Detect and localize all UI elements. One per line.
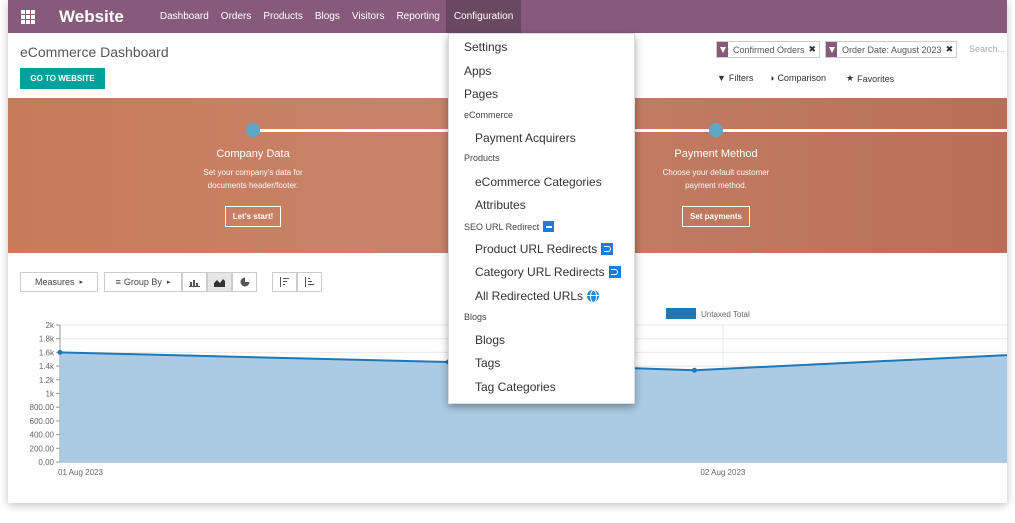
redirect-icon <box>608 266 621 278</box>
star-icon: ★ <box>846 73 855 83</box>
page-title: eCommerce Dashboard <box>20 44 169 60</box>
facet-label: Order Date: August 2023 <box>842 44 942 55</box>
step-description: Set your company's data for documents he… <box>203 168 303 190</box>
filters-label: Filters <box>728 73 754 83</box>
half-circle-icon: ◑ <box>769 73 775 83</box>
step-dot <box>246 123 260 137</box>
step-description: Choose your default customer payment met… <box>662 168 770 190</box>
legend-swatch <box>666 308 696 319</box>
search-input[interactable]: Search... <box>969 41 1005 58</box>
lets-start-button[interactable]: Let's start! <box>224 206 282 227</box>
y-tick-label: 600.00 <box>30 417 55 426</box>
menu-category-url-redirects[interactable]: Category URL Redirects <box>449 265 636 279</box>
menu-header-products: Products <box>464 153 500 163</box>
nav-configuration[interactable]: Configuration <box>445 0 522 33</box>
menu-tag-categories[interactable]: Tag Categories <box>449 380 636 394</box>
minus-icon <box>543 221 555 232</box>
y-tick-label: 800.00 <box>30 403 55 412</box>
nav-blogs[interactable]: Blogs <box>309 0 346 33</box>
area-chart-icon <box>214 278 225 287</box>
step-title: Payment Method <box>674 148 758 160</box>
pie-chart-mode-button[interactable] <box>232 272 257 292</box>
y-tick-label: 2k <box>46 321 55 330</box>
menu-blogs[interactable]: Blogs <box>449 333 636 347</box>
menu-attributes[interactable]: Attributes <box>449 198 636 212</box>
app-brand[interactable]: Website <box>59 7 124 27</box>
sort-descending-button[interactable] <box>272 272 297 292</box>
menu-ecommerce-categories[interactable]: eCommerce Categories <box>449 175 636 189</box>
close-icon[interactable]: ✖ <box>809 44 817 55</box>
step-dot <box>709 123 723 137</box>
facet-order-date[interactable]: Order Date: August 2023 ✖ <box>825 41 958 58</box>
top-navbar: Website Dashboard Orders Products Blogs … <box>8 0 1007 33</box>
bar-chart-mode-button[interactable] <box>182 272 207 292</box>
filters-toggle[interactable]: ▼ Filters <box>717 73 753 83</box>
y-tick-label: 1k <box>46 390 55 399</box>
y-tick-label: 400.00 <box>30 431 55 440</box>
filter-icon <box>826 42 837 57</box>
y-tick-label: 1.6k <box>39 348 55 357</box>
apps-grid-icon[interactable] <box>21 9 35 24</box>
menu-header-seo: SEO URL Redirect <box>464 221 555 232</box>
group-by-button[interactable]: ≡ Group By ▸ <box>104 272 182 292</box>
sort-ascending-button[interactable] <box>297 272 322 292</box>
close-icon[interactable]: ✖ <box>946 44 954 55</box>
list-icon: ≡ <box>115 277 121 287</box>
menu-all-redirected-urls[interactable]: All Redirected URLs <box>449 289 636 303</box>
x-tick-label: 01 Aug 2023 <box>58 468 103 477</box>
step-title: Company Data <box>216 148 290 160</box>
menu-settings[interactable]: Settings <box>449 40 636 54</box>
y-tick-label: 0.00 <box>38 458 54 467</box>
menu-pages[interactable]: Pages <box>449 87 636 101</box>
nav-reporting[interactable]: Reporting <box>390 0 445 33</box>
nav-dashboard[interactable]: Dashboard <box>154 0 215 33</box>
bar-chart-icon <box>189 279 200 287</box>
menu-header-blogs: Blogs <box>464 312 487 322</box>
comparison-label: Comparison <box>777 73 826 83</box>
go-to-website-button[interactable]: GO TO WEBSITE <box>20 68 105 89</box>
globe-icon <box>587 290 600 302</box>
menu-tags[interactable]: Tags <box>449 356 636 370</box>
y-tick-label: 1.8k <box>39 335 55 344</box>
comparison-toggle[interactable]: ◑ Comparison <box>769 73 826 83</box>
menu-apps[interactable]: Apps <box>449 64 636 78</box>
configuration-dropdown: Settings Apps Pages eCommerce Payment Ac… <box>448 33 635 404</box>
y-tick-label: 1.4k <box>39 362 55 371</box>
step-payment-method: Payment Method Choose your default custo… <box>626 148 806 227</box>
favorites-label: Favorites <box>857 73 895 84</box>
favorites-toggle[interactable]: ★ Favorites <box>846 73 894 84</box>
facet-label: Confirmed Orders <box>733 44 805 55</box>
step-company-data: Company Data Set your company's data for… <box>163 148 343 227</box>
line-chart-mode-button[interactable] <box>207 272 232 292</box>
nav-orders[interactable]: Orders <box>215 0 258 33</box>
data-point <box>57 349 63 355</box>
redirect-icon <box>601 243 614 255</box>
y-tick-label: 200.00 <box>30 444 55 453</box>
nav-visitors[interactable]: Visitors <box>346 0 391 33</box>
menu-payment-acquirers[interactable]: Payment Acquirers <box>449 131 636 145</box>
measures-button[interactable]: Measures ▸ <box>20 272 98 292</box>
filter-icon <box>717 42 728 57</box>
facet-confirmed-orders[interactable]: Confirmed Orders ✖ <box>716 41 821 58</box>
y-tick-label: 1.2k <box>39 376 55 385</box>
menu-header-ecommerce: eCommerce <box>464 110 514 120</box>
sort-asc-icon <box>305 277 314 287</box>
sort-desc-icon <box>280 277 289 287</box>
nav-products[interactable]: Products <box>257 0 308 33</box>
data-point <box>691 367 697 373</box>
legend-label: Untaxed Total <box>701 310 750 319</box>
x-tick-label: 02 Aug 2023 <box>700 468 745 477</box>
menu-product-url-redirects[interactable]: Product URL Redirects <box>449 242 636 256</box>
set-payments-button[interactable]: Set payments <box>681 206 751 227</box>
pie-chart-icon <box>240 277 249 287</box>
funnel-icon: ▼ <box>717 73 726 83</box>
